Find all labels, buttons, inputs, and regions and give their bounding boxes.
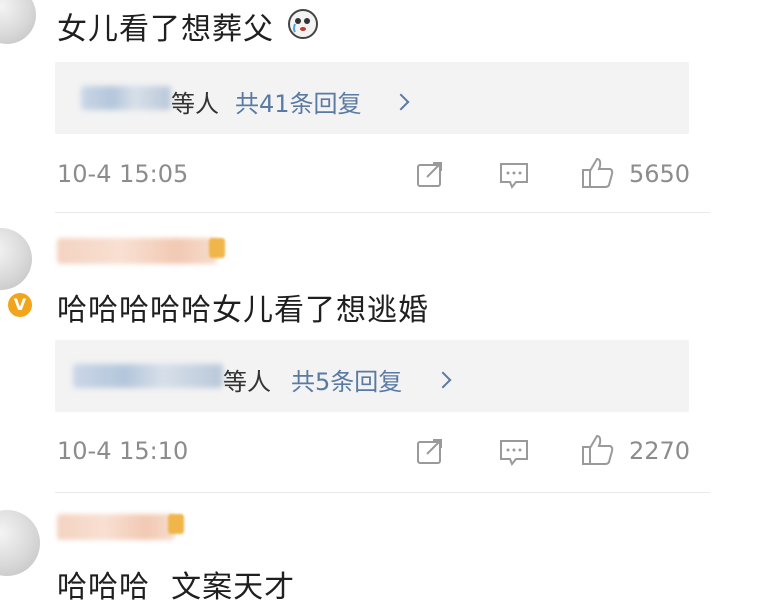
comment-timestamp: 10-4 15:05 (57, 160, 189, 188)
chevron-right-icon (392, 93, 410, 111)
divider (55, 212, 710, 213)
verified-v-icon: V (8, 293, 32, 317)
member-badge-icon (168, 514, 184, 534)
thumbs-up-icon[interactable] (580, 155, 616, 191)
blurred-username (57, 514, 175, 540)
comment-text: 女儿看了想葬父 (57, 4, 274, 48)
comment-text: 哈哈哈哈哈女儿看了想逃婚 (57, 285, 429, 329)
member-badge-icon (209, 238, 225, 258)
blurred-username (57, 238, 217, 264)
view-replies-link[interactable]: 共5条回复 (291, 362, 402, 397)
chevron-right-icon (434, 371, 452, 389)
comment-text: 哈哈哈 文案天才 (57, 562, 295, 606)
thumbs-up-icon[interactable] (580, 432, 616, 468)
avatar[interactable] (0, 0, 36, 44)
comment-icon[interactable] (498, 160, 530, 190)
blurred-username (73, 364, 223, 388)
share-icon[interactable] (415, 436, 445, 466)
reply-preview[interactable]: 等人 共5条回复 (55, 340, 689, 412)
share-icon[interactable] (415, 159, 445, 189)
comment-body: 女儿看了想葬父 (57, 12, 274, 47)
comment-icon[interactable] (498, 437, 530, 467)
reply-preview[interactable]: 等人 共41条回复 (55, 62, 689, 134)
avatar[interactable] (0, 510, 40, 576)
reply-participants: 等人 (171, 90, 219, 118)
comment-body: 哈哈哈哈哈女儿看了想逃婚 (57, 293, 429, 328)
crying-face-icon (288, 9, 318, 39)
avatar[interactable] (0, 228, 32, 290)
comment-body: 哈哈哈 文案天才 (57, 570, 296, 605)
comment-timestamp: 10-4 15:10 (57, 437, 189, 465)
reply-participants: 等人 (223, 368, 271, 396)
blurred-username (81, 86, 171, 110)
like-count: 2270 (629, 437, 691, 465)
like-count: 5650 (629, 160, 691, 188)
view-replies-link[interactable]: 共41条回复 (235, 84, 362, 119)
divider (55, 492, 710, 493)
